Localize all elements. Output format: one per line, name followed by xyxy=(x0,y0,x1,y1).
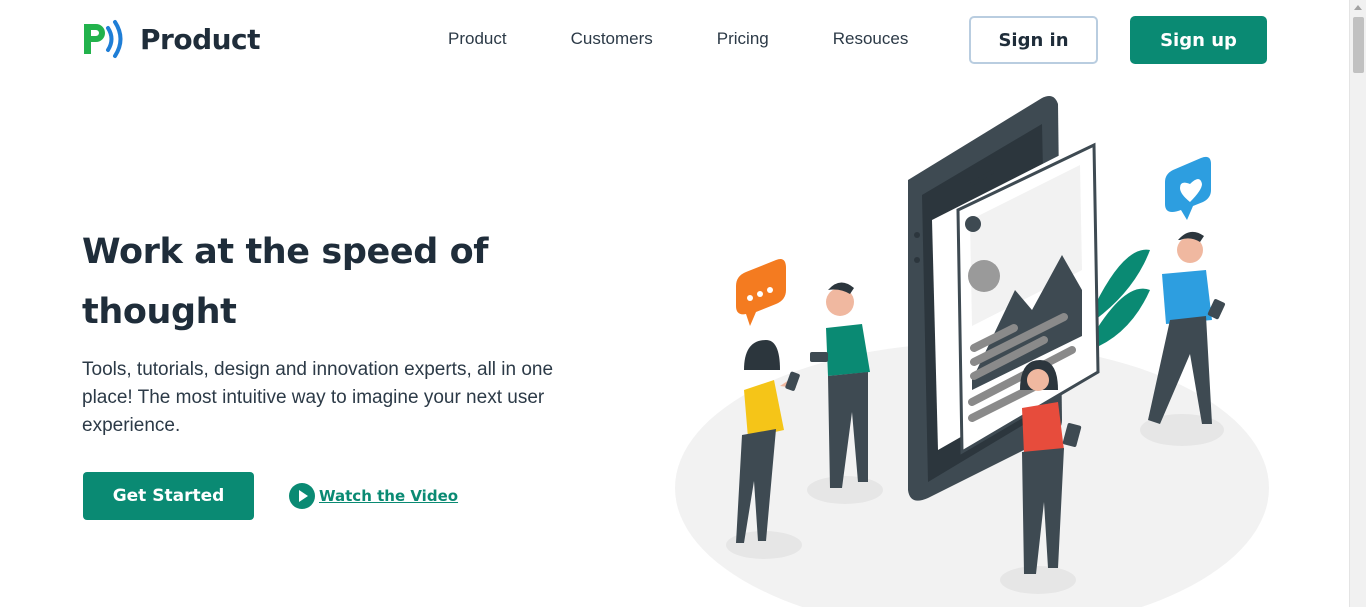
nav-item-resources[interactable]: Resouces xyxy=(833,29,909,49)
hero-title: Work at the speed of thought xyxy=(82,232,489,332)
people-using-phones-illustration xyxy=(675,96,1269,607)
watch-video-label: Watch the Video xyxy=(319,487,459,505)
play-icon xyxy=(289,483,315,509)
nav-item-pricing[interactable]: Pricing xyxy=(717,29,769,49)
vertical-scrollbar[interactable] xyxy=(1349,0,1366,607)
watch-video-link[interactable]: Watch the Video xyxy=(289,483,458,509)
main-nav: Product Customers Pricing Resouces xyxy=(448,29,908,49)
hero-subtitle: Tools, tutorials, design and innovation … xyxy=(82,359,554,436)
get-started-button[interactable]: Get Started xyxy=(83,472,254,520)
sign-up-button[interactable]: Sign up xyxy=(1130,16,1267,64)
site-header: Product Product Customers Pricing Resouc… xyxy=(0,0,1349,80)
brand-name: Product xyxy=(140,22,261,56)
nav-item-customers[interactable]: Customers xyxy=(571,29,653,49)
scroll-thumb[interactable] xyxy=(1353,17,1364,73)
logo[interactable]: Product xyxy=(82,18,261,60)
sign-in-button[interactable]: Sign in xyxy=(969,16,1098,64)
product-logo-icon xyxy=(84,20,123,58)
nav-item-product[interactable]: Product xyxy=(448,29,507,49)
scroll-up-arrow-icon[interactable] xyxy=(1354,5,1362,10)
